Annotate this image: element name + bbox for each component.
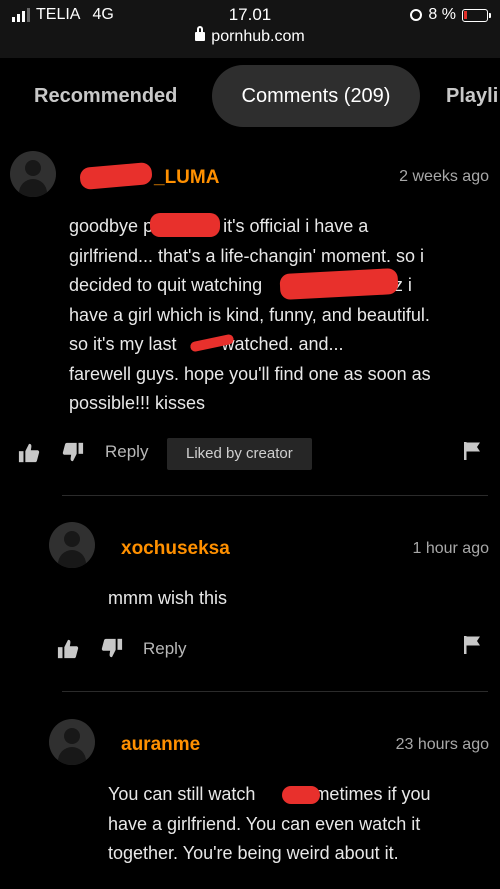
- tab-playlists[interactable]: Playli: [446, 65, 498, 127]
- redaction-mark: [79, 161, 153, 191]
- liked-by-creator-badge: Liked by creator: [167, 438, 312, 470]
- comment-line: so it's my last watched. and...: [69, 334, 344, 354]
- url-text: pornhub.com: [211, 28, 305, 45]
- comment-body: mmm wish this: [108, 584, 227, 614]
- comment-line: together. You're being weird about it.: [108, 843, 399, 863]
- status-right: 8 %: [410, 6, 491, 24]
- thumbs-up-icon[interactable]: [18, 442, 40, 464]
- comment-time: 1 hour ago: [412, 540, 489, 557]
- avatar[interactable]: [10, 151, 56, 197]
- comment-actions: Reply Liked by creator: [0, 437, 500, 470]
- comment-actions: Reply: [0, 633, 500, 663]
- divider: [62, 691, 488, 692]
- status-bar: TELIA 4G 17.01 pornhub.com 8 %: [0, 0, 500, 58]
- divider: [62, 495, 488, 496]
- battery-percent: 8 %: [428, 6, 456, 23]
- tab-comments[interactable]: Comments (209): [212, 65, 420, 127]
- comment-body: You can still watch sometimes if you hav…: [108, 780, 430, 869]
- redaction-mark: [150, 213, 220, 237]
- comment-time: 2 weeks ago: [399, 168, 489, 185]
- lock-icon: [195, 26, 206, 41]
- url-bar[interactable]: pornhub.com: [0, 26, 500, 46]
- tab-bar: Recommended Comments (209) Playli: [0, 58, 500, 136]
- thumbs-down-icon[interactable]: [101, 637, 123, 659]
- comment-username[interactable]: _LUMA: [154, 167, 219, 189]
- comment-line: You can still watch sometimes if you: [108, 784, 431, 804]
- reply-button[interactable]: Reply: [143, 639, 186, 659]
- avatar[interactable]: [49, 522, 95, 568]
- alarm-icon: [410, 9, 423, 21]
- comment-line: girlfriend... that's a life-changin' mom…: [69, 245, 425, 266]
- redaction-mark: [282, 786, 320, 804]
- thumbs-up-icon[interactable]: [57, 638, 79, 660]
- battery-icon: [462, 8, 491, 22]
- comment-username[interactable]: xochuseksa: [121, 538, 230, 560]
- reply-button[interactable]: Reply: [105, 442, 148, 462]
- comment-line: mmm wish this: [108, 588, 228, 608]
- flag-icon[interactable]: [462, 635, 482, 655]
- comment-body: goodbye p o. it's official i have a girl…: [69, 212, 431, 419]
- comment-line: goodbye p o. it's official i have a: [69, 216, 369, 236]
- comment-time: 23 hours ago: [395, 736, 489, 753]
- comment-line: possible!!! kisses: [69, 393, 206, 413]
- flag-icon[interactable]: [462, 441, 482, 461]
- comment-line: farewell guys. hope you'll find one as s…: [69, 363, 431, 384]
- comment-line: have a girl which is kind, funny, and be…: [69, 304, 430, 325]
- comment-line: have a girlfriend. You can even watch it: [108, 813, 421, 834]
- tab-recommended[interactable]: Recommended: [34, 65, 177, 127]
- avatar[interactable]: [49, 719, 95, 765]
- thumbs-down-icon[interactable]: [62, 441, 84, 463]
- comment-username[interactable]: auranme: [121, 734, 200, 756]
